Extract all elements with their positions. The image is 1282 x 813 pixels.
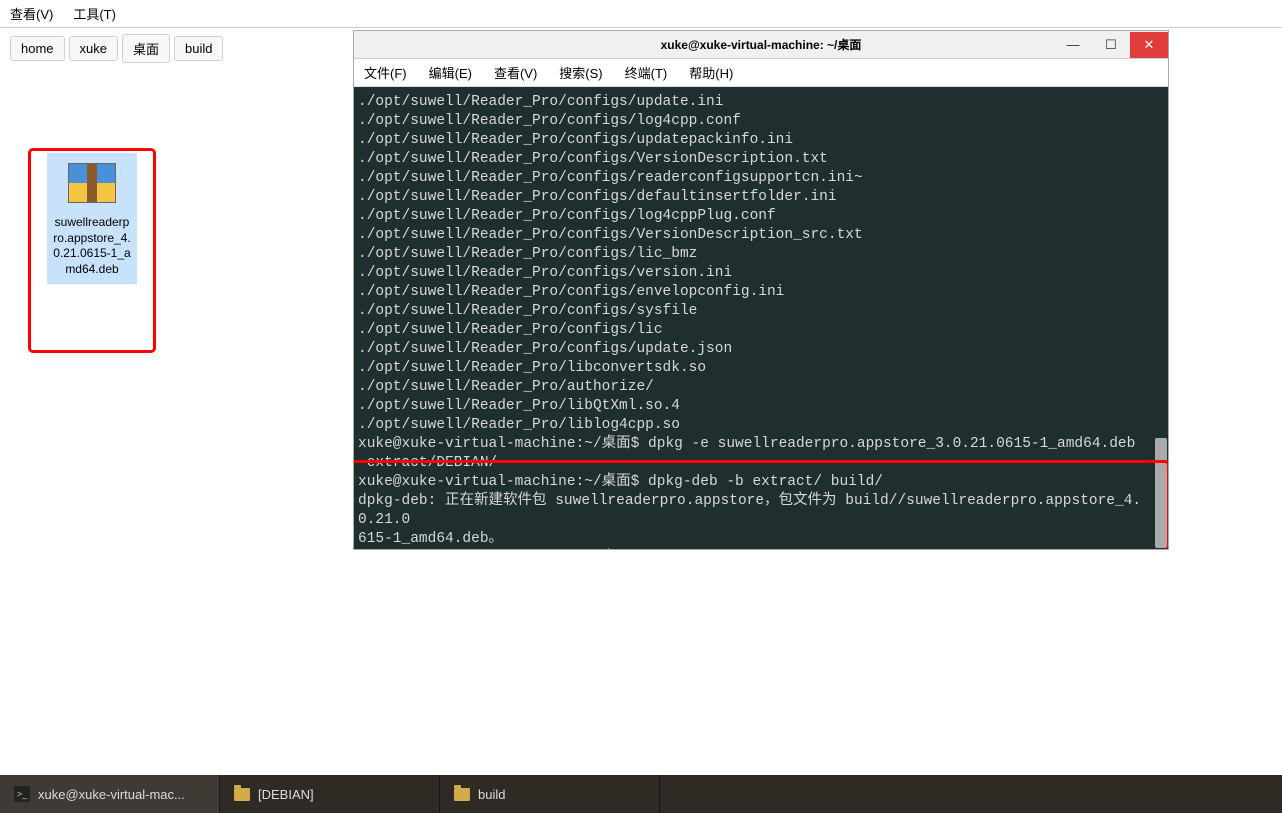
file-manager-menu: 查看(V) 工具(T): [0, 0, 1282, 28]
window-controls: — ☐ ✕: [1054, 32, 1168, 58]
taskbar-label: build: [478, 787, 505, 802]
taskbar-item-terminal[interactable]: >_ xuke@xuke-virtual-mac...: [0, 775, 220, 813]
term-menu-edit[interactable]: 编辑(E): [429, 63, 472, 82]
terminal-window: xuke@xuke-virtual-machine: ~/桌面 — ☐ ✕ 文件…: [353, 30, 1169, 550]
breadcrumb-user[interactable]: xuke: [69, 36, 118, 61]
term-menu-help[interactable]: 帮助(H): [689, 63, 733, 82]
package-icon: [68, 163, 116, 203]
taskbar-item-debian[interactable]: [DEBIAN]: [220, 775, 440, 813]
scrollbar-thumb[interactable]: [1155, 438, 1167, 548]
term-menu-file[interactable]: 文件(F): [364, 63, 407, 82]
menu-view[interactable]: 查看(V): [10, 4, 53, 23]
terminal-icon: >_: [14, 786, 30, 802]
terminal-menu: 文件(F) 编辑(E) 查看(V) 搜索(S) 终端(T) 帮助(H): [354, 59, 1168, 87]
terminal-titlebar[interactable]: xuke@xuke-virtual-machine: ~/桌面 — ☐ ✕: [354, 31, 1168, 59]
terminal-output[interactable]: ./opt/suwell/Reader_Pro/configs/update.i…: [354, 87, 1168, 549]
taskbar-label: [DEBIAN]: [258, 787, 314, 802]
breadcrumb-build[interactable]: build: [174, 36, 223, 61]
highlight-annotation-file: suwellreaderpro.appstore_4.0.21.0615-1_a…: [28, 148, 156, 353]
folder-icon: [234, 788, 250, 801]
deb-file-item[interactable]: suwellreaderpro.appstore_4.0.21.0615-1_a…: [47, 153, 137, 284]
menu-tools[interactable]: 工具(T): [73, 4, 116, 23]
file-label: suwellreaderpro.appstore_4.0.21.0615-1_a…: [51, 213, 133, 279]
terminal-title: xuke@xuke-virtual-machine: ~/桌面: [468, 36, 1054, 53]
breadcrumb-home[interactable]: home: [10, 36, 65, 61]
terminal-scrollbar[interactable]: [1154, 87, 1168, 549]
breadcrumb-desktop[interactable]: 桌面: [122, 34, 170, 63]
minimize-button[interactable]: —: [1054, 32, 1092, 58]
close-button[interactable]: ✕: [1130, 32, 1168, 58]
taskbar-label: xuke@xuke-virtual-mac...: [38, 787, 185, 802]
folder-icon: [454, 788, 470, 801]
taskbar: >_ xuke@xuke-virtual-mac... [DEBIAN] bui…: [0, 775, 1282, 813]
term-menu-terminal[interactable]: 终端(T): [625, 63, 668, 82]
term-menu-search[interactable]: 搜索(S): [559, 63, 602, 82]
maximize-button[interactable]: ☐: [1092, 32, 1130, 58]
taskbar-item-build[interactable]: build: [440, 775, 660, 813]
term-menu-view[interactable]: 查看(V): [494, 63, 537, 82]
terminal-text: ./opt/suwell/Reader_Pro/configs/update.i…: [358, 93, 1164, 549]
